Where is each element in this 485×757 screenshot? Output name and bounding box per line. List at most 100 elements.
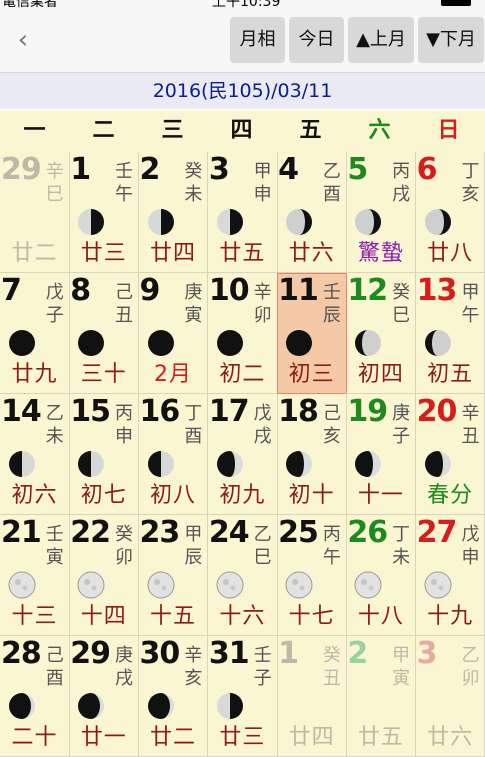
ganzhi-label: 辛卯 [253, 282, 272, 326]
moon-phase-icon [285, 208, 313, 236]
calendar-day[interactable]: 17 戊戌初九 [207, 394, 278, 515]
moon-phase-icon [216, 692, 244, 720]
calendar-day[interactable]: 13 甲午初五 [415, 273, 485, 394]
calendar-day[interactable]: 9 庚寅 2月 [138, 273, 209, 394]
lunar-date-label: 初五 [427, 362, 474, 387]
lunar-date-label: 廿四 [288, 725, 335, 750]
day-number: 25 [278, 515, 319, 550]
solar-term-label: 春分 [427, 483, 474, 508]
lunar-date-label: 十八 [357, 604, 404, 629]
day-number: 12 [347, 273, 388, 308]
lunar-date-label: 三十 [80, 362, 127, 387]
ganzhi-label: 甲辰 [184, 524, 203, 568]
next-month-button[interactable]: ▼下月 [418, 17, 484, 63]
calendar-day[interactable]: 20 辛丑春分 [415, 394, 485, 515]
moon-phase-icon [8, 571, 36, 599]
ganzhi-label: 壬辰 [322, 282, 341, 326]
moon-phase-icon [354, 329, 382, 357]
day-number: 6 [416, 152, 438, 187]
weekday-wed: 三 [161, 118, 184, 143]
status-bar: 電信業者 上午10:39 [0, 0, 485, 8]
lunar-date-label: 十一 [357, 483, 404, 508]
ganzhi-label: 丙午 [322, 524, 341, 568]
lunar-date-label: 初二 [219, 362, 266, 387]
calendar-day[interactable]: 4 乙酉廿六 [277, 152, 347, 273]
calendar-day[interactable]: 12 癸巳初四 [346, 273, 417, 394]
ganzhi-label: 甲申 [253, 161, 272, 205]
ganzhi-label: 丁酉 [184, 403, 203, 447]
ganzhi-label: 庚戌 [115, 645, 134, 689]
ganzhi-label: 戊申 [461, 524, 480, 568]
carrier-label: 電信業者 [2, 0, 58, 8]
lunar-date-label: 二十 [11, 725, 58, 750]
lunar-date-label: 廿五 [219, 241, 266, 266]
weekday-tue: 二 [92, 118, 115, 143]
ganzhi-label: 乙未 [45, 403, 64, 447]
moon-phase-icon [8, 450, 36, 478]
day-number: 2 [139, 152, 161, 187]
weekday-thu: 四 [230, 118, 253, 143]
calendar-day[interactable]: 18 己亥初十 [277, 394, 347, 515]
ganzhi-label: 丙戌 [392, 161, 411, 205]
calendar-day[interactable]: 28 己酉二十 [0, 636, 70, 757]
calendar-day[interactable]: 30 辛亥廿二 [138, 636, 209, 757]
lunar-date-label: 十七 [288, 604, 335, 629]
moon-phase-icon [147, 571, 175, 599]
moon-phase-icon [285, 450, 313, 478]
calendar-day[interactable]: 29 辛巳廿二 [0, 152, 70, 273]
today-button[interactable]: 今日 [289, 17, 344, 63]
calendar-day[interactable]: 8 己丑三十 [69, 273, 140, 394]
calendar-day[interactable]: 7 戊子廿九 [0, 273, 70, 394]
moon-phase-icon [424, 450, 452, 478]
calendar-day[interactable]: 19 庚子十一 [346, 394, 417, 515]
calendar-day[interactable]: 21 壬寅十三 [0, 515, 70, 636]
calendar-day[interactable]: 14 乙未初六 [0, 394, 70, 515]
prev-month-button[interactable]: ▲上月 [348, 17, 414, 63]
moon-phase-icon [77, 450, 105, 478]
calendar-day[interactable]: 15 丙申初七 [69, 394, 140, 515]
calendar-day[interactable]: 1 壬午廿三 [69, 152, 140, 273]
calendar-day[interactable]: 6 丁亥廿八 [415, 152, 485, 273]
lunar-date-label: 十四 [80, 604, 127, 629]
ganzhi-label: 乙卯 [461, 645, 480, 689]
day-number: 21 [1, 515, 42, 550]
calendar-day[interactable]: 5 丙戌驚蟄 [346, 152, 417, 273]
day-number: 4 [278, 152, 299, 187]
weekday-header: 一 二 三 四 五 六 日 [0, 110, 485, 152]
lunar-date-label: 十九 [427, 604, 474, 629]
calendar-day[interactable]: 2 癸未廿四 [138, 152, 209, 273]
calendar-day[interactable]: 26 丁未十八 [346, 515, 417, 636]
calendar-day[interactable]: 22 癸卯十四 [69, 515, 140, 636]
moon-phase-button[interactable]: 月相 [230, 17, 285, 63]
calendar-day-today[interactable]: 11 壬辰初三 [277, 273, 347, 394]
calendar-day[interactable]: 27 戊申十九 [415, 515, 485, 636]
calendar-day[interactable]: 3 乙卯廿六 [415, 636, 485, 757]
calendar-day[interactable]: 31 壬子廿三 [207, 636, 278, 757]
calendar-day[interactable]: 23 甲辰十五 [138, 515, 209, 636]
ganzhi-label: 乙巳 [253, 524, 272, 568]
calendar-day[interactable]: 24 乙巳十六 [207, 515, 278, 636]
day-number: 17 [208, 394, 250, 429]
chevron-left-icon[interactable]: ‹ [8, 22, 38, 58]
calendar-day[interactable]: 1 癸丑廿四 [277, 636, 347, 757]
moon-phase-icon [77, 208, 105, 236]
moon-phase-icon [147, 329, 175, 357]
moon-phase-icon [354, 208, 382, 236]
lunar-date-label: 廿二 [150, 725, 197, 750]
calendar-day[interactable]: 10 辛卯初二 [207, 273, 278, 394]
day-number: 19 [347, 394, 388, 429]
day-number: 26 [347, 515, 388, 550]
calendar-day[interactable]: 2 甲寅廿五 [346, 636, 417, 757]
calendar-day[interactable]: 3 甲申廿五 [207, 152, 278, 273]
calendar-day[interactable]: 16 丁酉初八 [138, 394, 209, 515]
lunar-date-label: 廿四 [150, 241, 197, 266]
lunar-date-label: 廿二 [11, 241, 58, 266]
lunar-date-label: 初四 [357, 362, 404, 387]
ganzhi-label: 戊戌 [253, 403, 272, 447]
calendar-day[interactable]: 25 丙午十七 [277, 515, 347, 636]
ganzhi-label: 癸巳 [392, 282, 411, 326]
lunar-date-label: 初七 [80, 483, 127, 508]
calendar-day[interactable]: 29 庚戌廿一 [69, 636, 140, 757]
lunar-date-label: 初八 [150, 483, 197, 508]
day-number: 2 [347, 636, 368, 671]
